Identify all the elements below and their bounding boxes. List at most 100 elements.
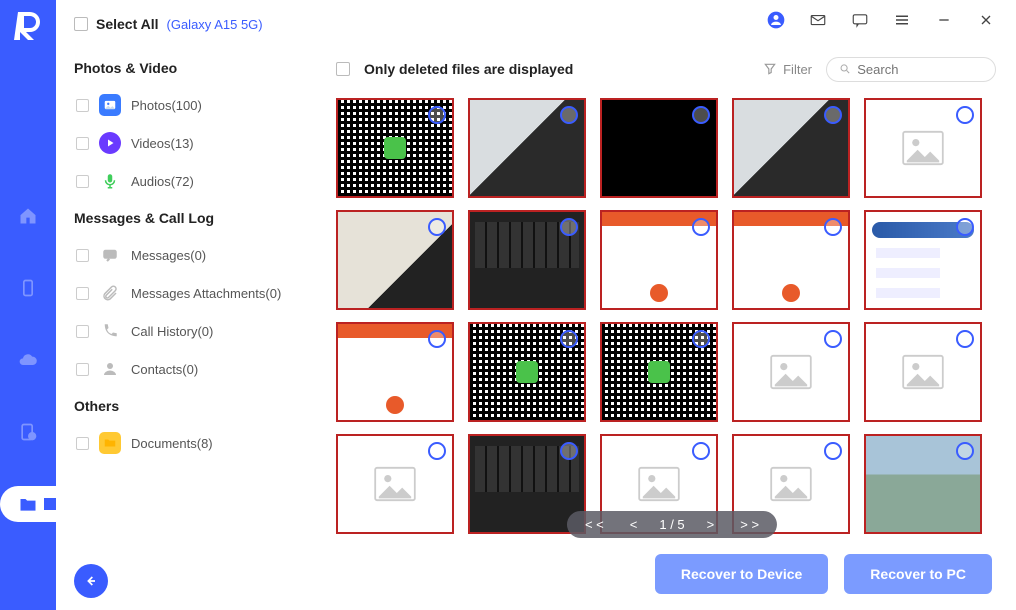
thumbnail[interactable]: [864, 434, 982, 534]
select-circle[interactable]: [824, 442, 842, 460]
search-input[interactable]: [857, 62, 983, 77]
checkbox[interactable]: [76, 363, 89, 376]
nav-recover[interactable]: [10, 414, 46, 450]
select-all-label: Select All: [96, 16, 159, 32]
thumbnail[interactable]: [864, 98, 982, 198]
thumbnail[interactable]: [600, 210, 718, 310]
checkbox[interactable]: [76, 287, 89, 300]
select-circle[interactable]: [692, 442, 710, 460]
play-icon: [99, 132, 121, 154]
thumbnail[interactable]: [336, 98, 454, 198]
sidebar-item-videos[interactable]: Videos(13): [74, 124, 310, 162]
recover-to-device-button[interactable]: Recover to Device: [655, 554, 828, 594]
select-circle[interactable]: [560, 106, 578, 124]
thumbnail[interactable]: [864, 210, 982, 310]
sidebar-item-documents[interactable]: Documents(8): [74, 424, 310, 462]
pager-next[interactable]: >: [703, 517, 719, 532]
select-all-checkbox[interactable]: [74, 17, 88, 31]
checkbox[interactable]: [76, 99, 89, 112]
nav-files[interactable]: [0, 486, 56, 522]
main-panel: Only deleted files are displayed Filter …: [328, 0, 1016, 610]
select-circle[interactable]: [428, 330, 446, 348]
sidebar-item-label: Call History(0): [131, 324, 213, 339]
minimize-icon[interactable]: [934, 10, 954, 30]
image-icon: [99, 94, 121, 116]
thumbnail[interactable]: [732, 210, 850, 310]
select-circle[interactable]: [428, 218, 446, 236]
select-circle[interactable]: [428, 106, 446, 124]
pager-last[interactable]: > >: [736, 517, 763, 532]
select-circle[interactable]: [956, 106, 974, 124]
device-name: (Galaxy A15 5G): [167, 17, 263, 32]
select-circle[interactable]: [560, 218, 578, 236]
nav-cloud[interactable]: [10, 342, 46, 378]
thumbnail[interactable]: [600, 98, 718, 198]
user-icon[interactable]: [766, 10, 786, 30]
thumbnail[interactable]: [732, 98, 850, 198]
thumbnail[interactable]: [468, 98, 586, 198]
sidebar-item-label: Documents(8): [131, 436, 213, 451]
select-all-row[interactable]: Select All (Galaxy A15 5G): [74, 16, 310, 32]
phone-icon: [99, 320, 121, 342]
pager-prev[interactable]: <: [626, 517, 642, 532]
titlebar: [766, 0, 1016, 40]
checkbox[interactable]: [76, 137, 89, 150]
select-circle[interactable]: [560, 442, 578, 460]
only-deleted-checkbox[interactable]: [336, 62, 350, 76]
checkbox[interactable]: [76, 325, 89, 338]
thumbnail[interactable]: [600, 322, 718, 422]
checkbox[interactable]: [76, 249, 89, 262]
select-circle[interactable]: [692, 330, 710, 348]
select-circle[interactable]: [824, 330, 842, 348]
sidebar-item-label: Audios(72): [131, 174, 194, 189]
select-circle[interactable]: [560, 330, 578, 348]
sidebar-item-contacts[interactable]: Contacts(0): [74, 350, 310, 388]
select-circle[interactable]: [692, 106, 710, 124]
menu-icon[interactable]: [892, 10, 912, 30]
checkbox[interactable]: [76, 175, 89, 188]
thumbnail[interactable]: [468, 210, 586, 310]
thumbnail[interactable]: [336, 434, 454, 534]
search-box[interactable]: [826, 57, 996, 82]
filter-button[interactable]: Filter: [763, 62, 812, 77]
thumbnail[interactable]: [732, 322, 850, 422]
sidebar-item-messages[interactable]: Messages(0): [74, 236, 310, 274]
sidebar-item-label: Messages(0): [131, 248, 206, 263]
section-others-title: Others: [74, 398, 310, 414]
select-circle[interactable]: [956, 442, 974, 460]
nav-home[interactable]: [10, 198, 46, 234]
nav-phone[interactable]: [10, 270, 46, 306]
only-deleted-label: Only deleted files are displayed: [364, 61, 573, 77]
sidebar-item-callhistory[interactable]: Call History(0): [74, 312, 310, 350]
checkbox[interactable]: [76, 437, 89, 450]
thumbnail[interactable]: [336, 322, 454, 422]
filter-label: Filter: [783, 62, 812, 77]
thumbnail[interactable]: [336, 210, 454, 310]
pager: < < < 1 / 5 > > >: [567, 511, 777, 538]
thumbnail[interactable]: [468, 322, 586, 422]
select-circle[interactable]: [824, 218, 842, 236]
select-circle[interactable]: [824, 106, 842, 124]
sidebar-item-attachments[interactable]: Messages Attachments(0): [74, 274, 310, 312]
sidebar-item-photos[interactable]: Photos(100): [74, 86, 310, 124]
section-messages-title: Messages & Call Log: [74, 210, 310, 226]
select-circle[interactable]: [956, 218, 974, 236]
mail-icon[interactable]: [808, 10, 828, 30]
back-button[interactable]: [74, 564, 108, 598]
left-rail: [0, 0, 56, 610]
chat-icon[interactable]: [850, 10, 870, 30]
select-circle[interactable]: [428, 442, 446, 460]
sidebar-item-label: Contacts(0): [131, 362, 198, 377]
select-circle[interactable]: [692, 218, 710, 236]
pager-text: 1 / 5: [659, 517, 684, 532]
footer-actions: Recover to Device Recover to PC: [336, 544, 996, 598]
sidebar-item-label: Messages Attachments(0): [131, 286, 281, 301]
close-icon[interactable]: [976, 10, 996, 30]
pager-first[interactable]: < <: [581, 517, 608, 532]
thumbnail[interactable]: [864, 322, 982, 422]
recover-to-pc-button[interactable]: Recover to PC: [844, 554, 992, 594]
thumbnail-grid: [336, 98, 996, 544]
sidebar-item-label: Videos(13): [131, 136, 194, 151]
sidebar-item-audios[interactable]: Audios(72): [74, 162, 310, 200]
select-circle[interactable]: [956, 330, 974, 348]
